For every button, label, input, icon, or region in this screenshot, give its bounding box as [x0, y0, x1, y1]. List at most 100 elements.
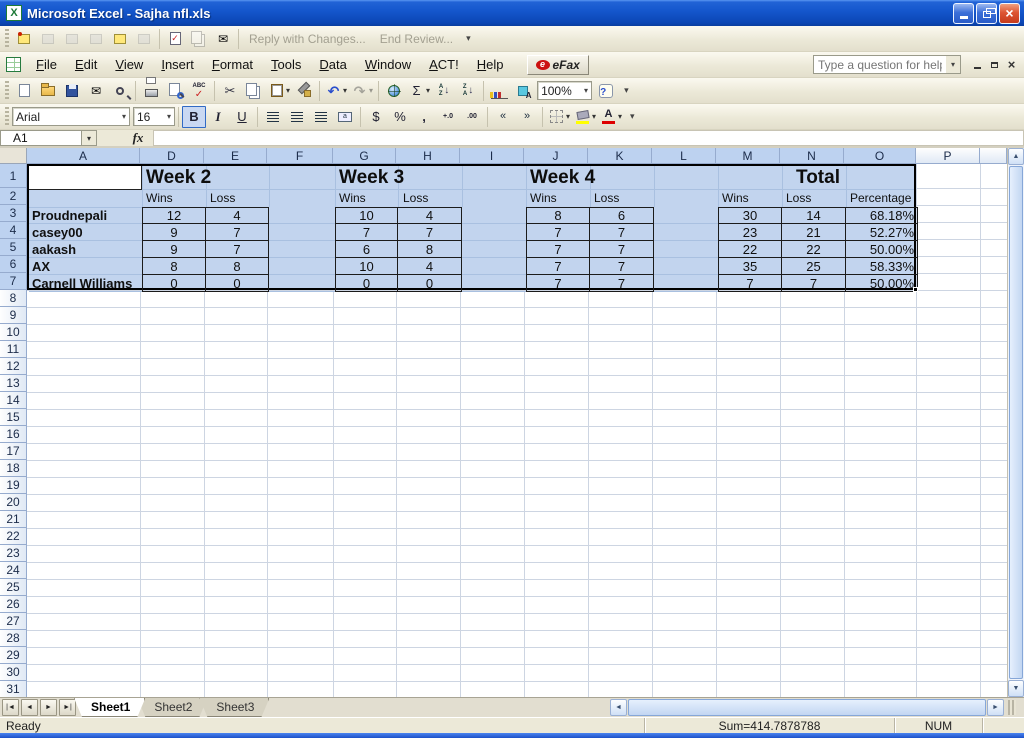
- cell-F5[interactable]: [269, 241, 335, 258]
- first-sheet-button[interactable]: |◄: [2, 699, 19, 716]
- increase-indent-button[interactable]: [515, 106, 539, 128]
- row-header-19[interactable]: 19: [0, 477, 27, 494]
- cell-G6[interactable]: 10: [335, 258, 398, 275]
- cell-L6[interactable]: [654, 258, 718, 275]
- cell-J5[interactable]: 7: [526, 241, 590, 258]
- column-header-F[interactable]: F: [267, 148, 333, 164]
- cell-I7[interactable]: [462, 275, 526, 292]
- formula-input[interactable]: [153, 130, 1024, 146]
- cell-K5[interactable]: 7: [590, 241, 654, 258]
- row-header-31[interactable]: 31: [0, 681, 27, 697]
- column-header-P[interactable]: P: [916, 148, 980, 164]
- select-changes-button[interactable]: [163, 28, 187, 50]
- cell-I4[interactable]: [462, 224, 526, 241]
- toolbar-options-arrow[interactable]: ▾: [466, 33, 471, 44]
- chevron-down-icon[interactable]: ▾: [286, 86, 290, 95]
- cell-M2[interactable]: Wins: [722, 191, 749, 205]
- cell-E3[interactable]: 4: [206, 207, 269, 224]
- italic-button[interactable]: I: [206, 106, 230, 128]
- row-header-22[interactable]: 22: [0, 528, 27, 545]
- cell-G1[interactable]: Week 3: [339, 167, 404, 189]
- column-header-K[interactable]: K: [588, 148, 652, 164]
- chevron-down-icon[interactable]: ▾: [122, 112, 126, 121]
- cell-A7[interactable]: Carnell Williams: [29, 275, 142, 292]
- column-header-A[interactable]: A: [27, 148, 140, 164]
- row-header-26[interactable]: 26: [0, 596, 27, 613]
- cell-D2[interactable]: Wins: [146, 191, 173, 205]
- underline-button[interactable]: U: [230, 106, 254, 128]
- menu-act[interactable]: ACT!: [420, 53, 468, 76]
- cell-M7[interactable]: 7: [718, 275, 782, 292]
- format-painter-button[interactable]: [292, 80, 316, 102]
- paste-button[interactable]: ▾: [266, 80, 292, 102]
- cell-L5[interactable]: [654, 241, 718, 258]
- cell-H6[interactable]: 4: [398, 258, 462, 275]
- cell-O4[interactable]: 52.27%: [846, 224, 918, 241]
- cell-K4[interactable]: 7: [590, 224, 654, 241]
- column-header-J[interactable]: J: [524, 148, 588, 164]
- menu-edit[interactable]: Edit: [66, 53, 106, 76]
- menu-data[interactable]: Data: [310, 53, 355, 76]
- spelling-button[interactable]: [187, 80, 211, 102]
- name-box-dropdown[interactable]: ▾: [82, 130, 97, 146]
- cell-M3[interactable]: 30: [718, 207, 782, 224]
- cell-F4[interactable]: [269, 224, 335, 241]
- select-all-corner[interactable]: [0, 148, 27, 164]
- chart-wizard-button[interactable]: [487, 80, 511, 102]
- column-header-M[interactable]: M: [716, 148, 780, 164]
- drawing-button[interactable]: [511, 80, 535, 102]
- cell-J1[interactable]: Week 4: [530, 167, 595, 189]
- chevron-down-icon[interactable]: ▾: [566, 112, 570, 121]
- cell-K6[interactable]: 7: [590, 258, 654, 275]
- row-header-11[interactable]: 11: [0, 341, 27, 358]
- cell-F7[interactable]: [269, 275, 335, 292]
- increase-decimal-button[interactable]: [436, 106, 460, 128]
- cell-J2[interactable]: Wins: [530, 191, 557, 205]
- close-button[interactable]: [999, 3, 1020, 24]
- cell-D4[interactable]: 9: [142, 224, 206, 241]
- align-left-button[interactable]: [261, 106, 285, 128]
- next-sheet-button[interactable]: ►: [40, 699, 57, 716]
- row-header-29[interactable]: 29: [0, 647, 27, 664]
- cell-N3[interactable]: 14: [782, 207, 846, 224]
- restore-button[interactable]: [976, 3, 997, 24]
- insert-function-button[interactable]: fx: [125, 130, 151, 146]
- column-header-O[interactable]: O: [844, 148, 916, 164]
- row-header-9[interactable]: 9: [0, 307, 27, 324]
- sort-descending-button[interactable]: [456, 80, 480, 102]
- cell-L7[interactable]: [654, 275, 718, 292]
- cell-A5[interactable]: aakash: [29, 241, 142, 258]
- print-button[interactable]: [139, 80, 163, 102]
- cell-L4[interactable]: [654, 224, 718, 241]
- font-name-select[interactable]: Arial▾: [12, 107, 130, 126]
- redo-button[interactable]: ▾: [349, 80, 375, 102]
- cells-area[interactable]: Week 2 Week 3 Week 4 Total Wins Loss Win…: [27, 164, 1007, 697]
- help-button[interactable]: [594, 80, 618, 102]
- row-header-18[interactable]: 18: [0, 460, 27, 477]
- cell-H7[interactable]: 0: [398, 275, 462, 292]
- font-size-select[interactable]: 16▾: [133, 107, 175, 126]
- row-header-6[interactable]: 6: [0, 256, 27, 273]
- copy-button[interactable]: [242, 80, 266, 102]
- row-header-1[interactable]: 1: [0, 164, 27, 188]
- autosum-button[interactable]: ▾: [406, 80, 432, 102]
- row-header-17[interactable]: 17: [0, 443, 27, 460]
- font-color-button[interactable]: ▾: [598, 106, 624, 128]
- reply-with-changes-button[interactable]: Reply with Changes...: [249, 32, 366, 46]
- cell-F6[interactable]: [269, 258, 335, 275]
- scroll-up-button[interactable]: ▲: [1008, 148, 1024, 165]
- cell-D7[interactable]: 0: [142, 275, 206, 292]
- email-button[interactable]: ✉: [84, 80, 108, 102]
- cell-F3[interactable]: [269, 207, 335, 224]
- merge-center-button[interactable]: [333, 106, 357, 128]
- cut-button[interactable]: [218, 80, 242, 102]
- toolbar-grip[interactable]: [5, 107, 9, 127]
- row-header-25[interactable]: 25: [0, 579, 27, 596]
- row-header-13[interactable]: 13: [0, 375, 27, 392]
- cell-G4[interactable]: 7: [335, 224, 398, 241]
- cell-K3[interactable]: 6: [590, 207, 654, 224]
- menu-format[interactable]: Format: [203, 53, 262, 76]
- cell-O2[interactable]: Percentage: [850, 191, 911, 205]
- sort-ascending-button[interactable]: [432, 80, 456, 102]
- toolbar-grip[interactable]: [5, 81, 9, 101]
